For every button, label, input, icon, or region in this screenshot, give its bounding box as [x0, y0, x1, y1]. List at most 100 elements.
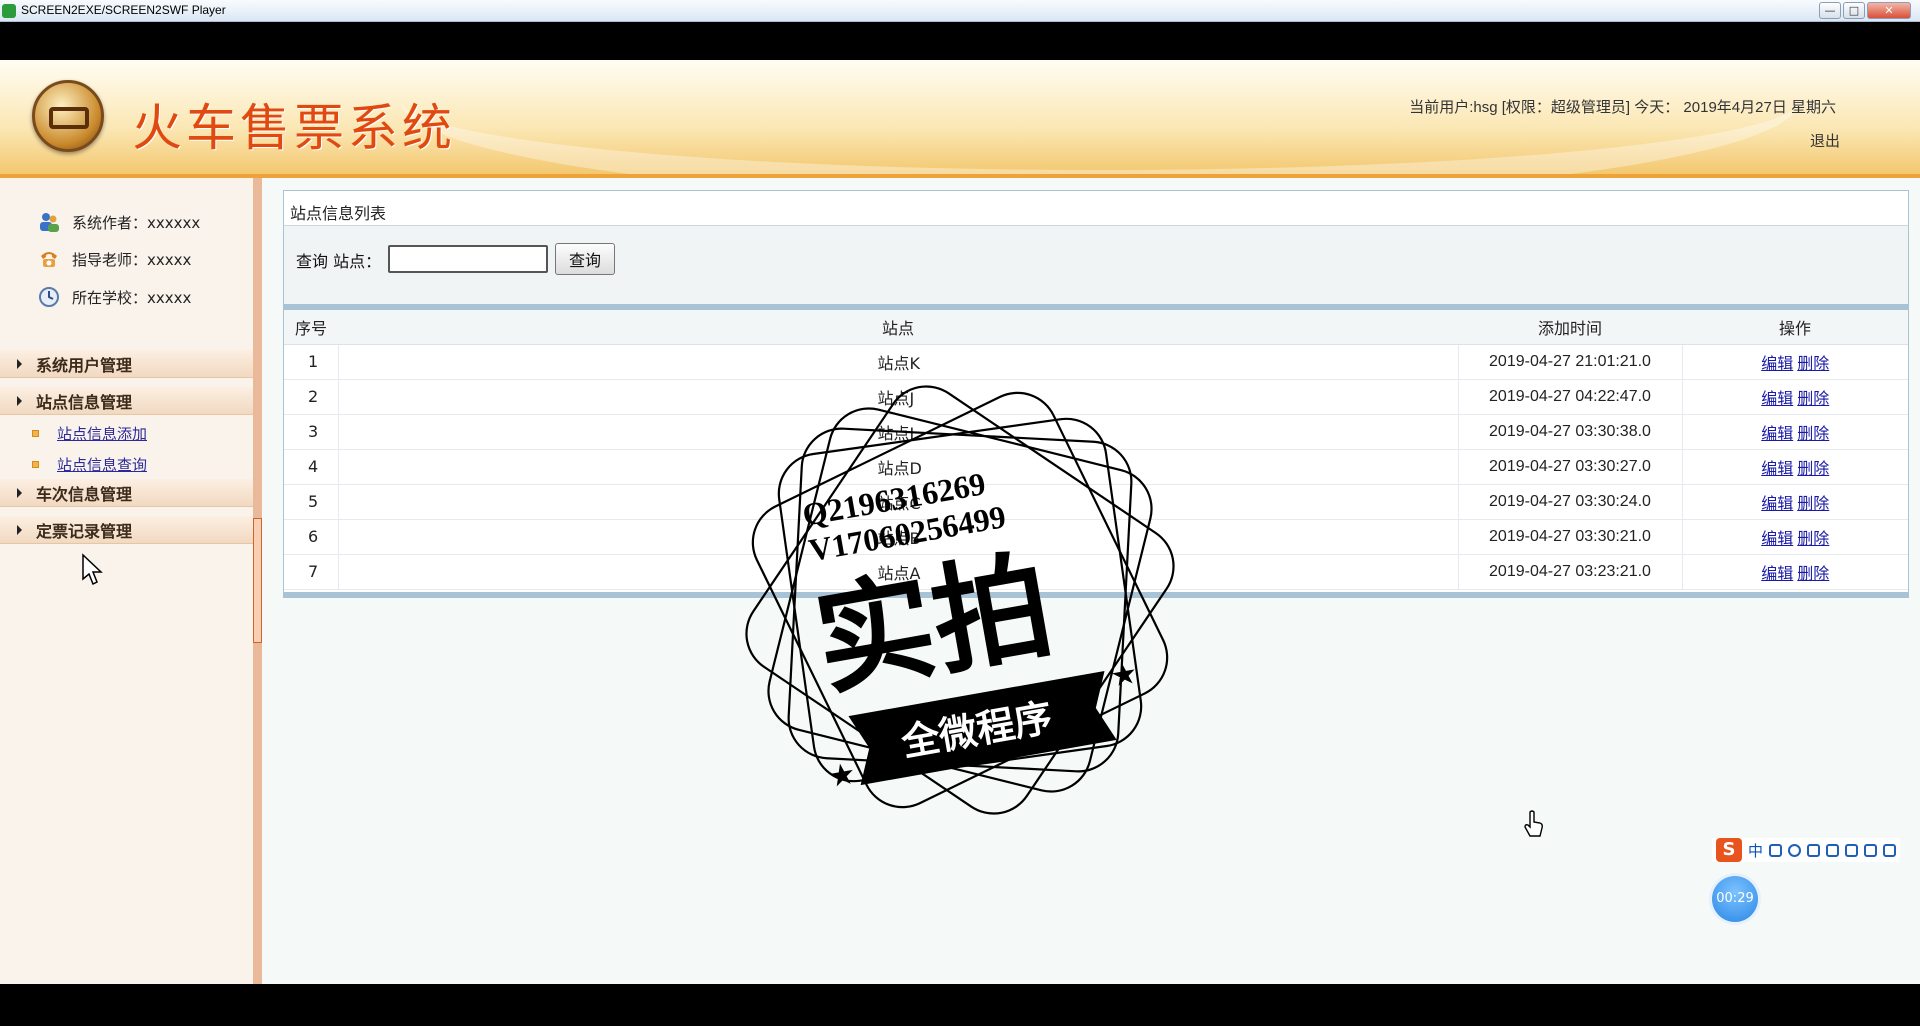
menu-label: 系统用户管理: [36, 355, 133, 375]
menu-booking-management[interactable]: 定票记录管理: [0, 516, 258, 544]
recording-timer[interactable]: 00:29: [1712, 876, 1758, 922]
close-button[interactable]: ✕: [1867, 2, 1911, 19]
cell-station: 站点J: [338, 379, 1459, 415]
bullet-icon: [32, 461, 39, 468]
col-header-time: 添加时间: [1458, 310, 1682, 345]
ime-lang-toggle[interactable]: 中: [1748, 840, 1763, 861]
search-button[interactable]: 查询: [555, 243, 615, 275]
cell-time: 2019-04-27 21:01:21.0: [1458, 344, 1683, 380]
search-area: 查询 站点： 查询: [283, 226, 1909, 304]
caret-right-icon: [17, 396, 22, 406]
window-title: SCREEN2EXE/SCREEN2SWF Player: [21, 3, 226, 17]
delete-link[interactable]: 删除: [1797, 459, 1829, 478]
edit-link[interactable]: 编辑: [1761, 529, 1793, 548]
col-header-index: 序号: [284, 310, 338, 345]
menu-label: 定票记录管理: [36, 521, 133, 541]
watermark-banner-text: 全微程序: [897, 695, 1055, 765]
cell-index: 2: [284, 379, 339, 415]
delete-link[interactable]: 删除: [1797, 564, 1829, 583]
user-info: 当前用户:hsg [权限：超级管理员] 今天： 2019年4月27日 星期六: [1409, 99, 1836, 116]
ime-toolbar[interactable]: S 中: [1712, 838, 1901, 862]
cell-station: 站点K: [338, 344, 1459, 380]
author-info: 系统作者：xxxxxx: [38, 211, 200, 233]
skin-icon[interactable]: [1864, 843, 1878, 857]
star-icon: ★: [826, 756, 859, 795]
sogou-icon[interactable]: S: [1716, 838, 1742, 862]
table-row: 5 站点C 2019-04-27 03:30:24.0 编辑 删除: [284, 484, 1908, 520]
cell-actions: 编辑 删除: [1682, 414, 1908, 450]
logout-link[interactable]: 退出: [1810, 130, 1840, 151]
hand-cursor-icon: [1524, 810, 1543, 837]
cell-actions: 编辑 删除: [1682, 344, 1908, 380]
school-info: 所在学校：xxxxx: [38, 286, 191, 308]
submenu-label: 站点信息查询: [57, 456, 148, 474]
table-row: 6 站点B 2019-04-27 03:30:21.0 编辑 删除: [284, 519, 1908, 555]
sidebar-collapse-handle[interactable]: [253, 518, 262, 643]
col-header-station: 站点: [338, 310, 1458, 345]
microphone-icon[interactable]: [1807, 843, 1821, 857]
minimize-button[interactable]: —: [1819, 2, 1841, 19]
menu-station-add[interactable]: 站点信息添加: [32, 423, 147, 444]
search-label: 查询 站点：: [296, 252, 382, 271]
users-icon: [38, 211, 60, 233]
menu-station-query[interactable]: 站点信息查询: [32, 454, 147, 475]
keyboard-icon[interactable]: [1826, 843, 1840, 857]
edit-link[interactable]: 编辑: [1761, 564, 1793, 583]
menu-train-management[interactable]: 车次信息管理: [0, 479, 258, 507]
table-header-row: 序号 站点 添加时间 操作: [284, 310, 1908, 345]
delete-link[interactable]: 删除: [1797, 529, 1829, 548]
grid-icon[interactable]: [1883, 843, 1897, 857]
edit-link[interactable]: 编辑: [1761, 389, 1793, 408]
cell-station: 站点D: [338, 449, 1459, 485]
table-row: 3 站点I 2019-04-27 03:30:38.0 编辑 删除: [284, 414, 1908, 450]
phone-icon: [38, 248, 60, 270]
teacher-label: 指导老师：xxxxx: [72, 250, 192, 269]
window-titlebar: SCREEN2EXE/SCREEN2SWF Player — □ ✕: [0, 0, 1920, 22]
main-content: 站点信息列表 查询 站点： 查询 序号 站点 添加时间 操作 1 站点K 2019-…: [283, 190, 1909, 610]
panel-title: 站点信息列表: [283, 190, 1909, 226]
cell-index: 6: [284, 519, 339, 555]
cell-index: 7: [284, 554, 339, 590]
cell-index: 5: [284, 484, 339, 520]
menu-label: 车次信息管理: [36, 484, 133, 504]
cell-station: 站点C: [338, 484, 1459, 520]
cell-time: 2019-04-27 03:30:27.0: [1458, 449, 1683, 485]
menu-station-management[interactable]: 站点信息管理: [0, 387, 258, 415]
cell-actions: 编辑 删除: [1682, 519, 1908, 555]
cell-actions: 编辑 删除: [1682, 484, 1908, 520]
player-letterbox-top: [0, 23, 1920, 60]
cell-index: 3: [284, 414, 339, 450]
system-title: 火车售票系统: [132, 100, 456, 156]
menu-label: 站点信息管理: [36, 392, 133, 412]
delete-link[interactable]: 删除: [1797, 354, 1829, 373]
col-header-actions: 操作: [1682, 310, 1908, 345]
caret-right-icon: [17, 359, 22, 369]
bullet-icon: [32, 430, 39, 437]
user-icon[interactable]: [1845, 843, 1859, 857]
teacher-info: 指导老师：xxxxx: [38, 248, 191, 270]
logo-icon: [32, 80, 104, 152]
cell-actions: 编辑 删除: [1682, 449, 1908, 485]
punctuation-icon[interactable]: [1769, 843, 1783, 857]
app-header: 火车售票系统 当前用户:hsg [权限：超级管理员] 今天： 2019年4月27…: [0, 60, 1920, 178]
cell-index: 4: [284, 449, 339, 485]
table-row: 4 站点D 2019-04-27 03:30:27.0 编辑 删除: [284, 449, 1908, 485]
app-icon: [2, 4, 16, 18]
header-decoration: [400, 60, 1800, 174]
edit-link[interactable]: 编辑: [1761, 459, 1793, 478]
emoji-icon[interactable]: [1788, 843, 1802, 857]
maximize-button[interactable]: □: [1843, 2, 1865, 19]
delete-link[interactable]: 删除: [1797, 494, 1829, 513]
cell-time: 2019-04-27 03:23:21.0: [1458, 554, 1683, 590]
menu-user-management[interactable]: 系统用户管理: [0, 350, 258, 378]
station-search-input[interactable]: [388, 245, 548, 273]
cell-time: 2019-04-27 03:30:21.0: [1458, 519, 1683, 555]
table-row: 1 站点K 2019-04-27 21:01:21.0 编辑 删除: [284, 344, 1908, 380]
cell-time: 2019-04-27 04:22:47.0: [1458, 379, 1683, 415]
edit-link[interactable]: 编辑: [1761, 424, 1793, 443]
edit-link[interactable]: 编辑: [1761, 354, 1793, 373]
caret-right-icon: [17, 488, 22, 498]
delete-link[interactable]: 删除: [1797, 389, 1829, 408]
edit-link[interactable]: 编辑: [1761, 494, 1793, 513]
delete-link[interactable]: 删除: [1797, 424, 1829, 443]
